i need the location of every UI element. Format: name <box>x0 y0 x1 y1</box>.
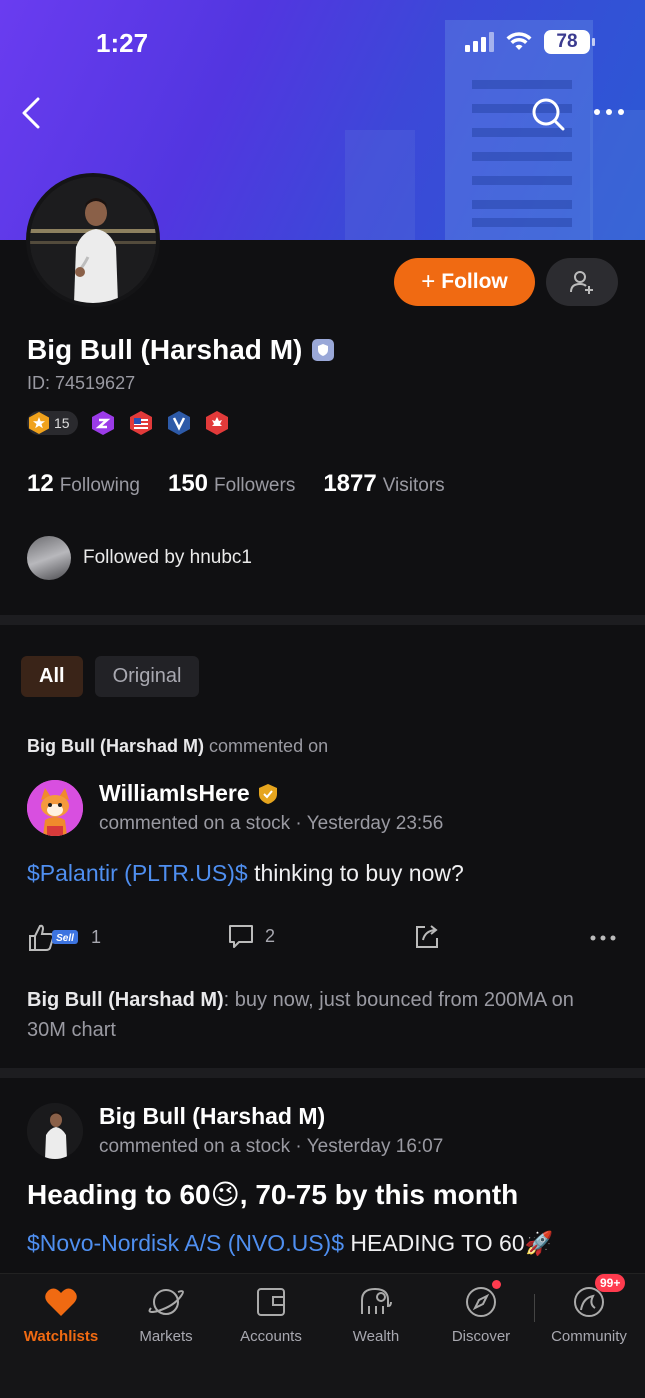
comment-count: 2 <box>265 925 276 946</box>
add-friend-button[interactable] <box>546 258 618 306</box>
more-icon[interactable] <box>592 102 626 122</box>
tab-wealth[interactable]: Wealth <box>326 1284 426 1345</box>
elephant-icon <box>361 1287 392 1314</box>
followed-by-row[interactable]: Followed by hnubc1 <box>27 536 252 580</box>
following-stat[interactable]: 12 Following <box>27 470 140 498</box>
more-icon <box>590 935 616 941</box>
badge-row: 15 <box>27 410 230 436</box>
post-body[interactable]: $Novo-Nordisk A/S (NVO.US)$ HEADING TO 6… <box>27 1230 553 1257</box>
post-author-row[interactable]: Big Bull (Harshad M) commented on a stoc… <box>27 1103 443 1159</box>
bottom-tab-bar: Watchlists Markets Accounts Wealth Disco… <box>0 1273 645 1398</box>
reply-text[interactable]: Big Bull (Harshad M): buy now, just boun… <box>27 985 617 1045</box>
profile-avatar[interactable] <box>26 173 160 307</box>
follower-avatar <box>27 536 71 580</box>
like-count: 1 <box>91 926 102 947</box>
canada-flag-badge-icon[interactable] <box>204 410 230 436</box>
profile-name-row: Big Bull (Harshad M) <box>27 334 335 366</box>
level-badge[interactable]: 15 <box>27 411 78 435</box>
wifi-icon <box>506 32 532 50</box>
svg-text:Sell: Sell <box>56 933 74 944</box>
followers-stat[interactable]: 150 Followers <box>168 470 295 498</box>
post-author-row[interactable]: WilliamIsHere commented on a stock · Yes… <box>27 780 443 836</box>
compass-icon <box>466 1287 496 1317</box>
tab-community[interactable]: 99+ Community <box>539 1274 639 1345</box>
profile-name: Big Bull (Harshad M) <box>27 334 303 365</box>
add-user-icon <box>570 271 593 294</box>
author-avatar[interactable] <box>27 1103 83 1159</box>
like-button[interactable]: Sell 1 <box>27 922 101 952</box>
planet-icon <box>148 1289 184 1315</box>
tab-all[interactable]: All <box>21 656 83 697</box>
post-body[interactable]: $Palantir (PLTR.US)$ thinking to buy now… <box>27 860 464 887</box>
followed-by-text: Followed by hnubc1 <box>83 547 252 568</box>
notification-dot <box>492 1280 501 1289</box>
search-icon[interactable] <box>530 96 566 132</box>
section-divider <box>0 1068 645 1078</box>
status-icons: 78 <box>465 30 595 54</box>
tab-accounts[interactable]: Accounts <box>221 1284 321 1345</box>
profile-id: ID: 74519627 <box>27 373 136 393</box>
post-meta: commented on a stock · Yesterday 23:56 <box>99 813 444 834</box>
back-icon[interactable] <box>18 96 48 130</box>
star-level-icon <box>29 412 49 434</box>
share-button[interactable] <box>413 922 441 950</box>
feed-filter-tabs: All Original <box>21 656 200 697</box>
status-time: 1:27 <box>96 28 149 58</box>
tab-markets[interactable]: Markets <box>116 1284 216 1345</box>
v-badge-icon[interactable] <box>166 410 192 436</box>
tab-original[interactable]: Original <box>94 656 200 697</box>
verified-badge-icon <box>258 783 277 804</box>
follow-button[interactable]: + Follow <box>394 258 535 306</box>
tab-divider <box>534 1294 535 1322</box>
post-header: Big Bull (Harshad M) commented on <box>27 736 329 756</box>
author-avatar[interactable] <box>27 780 83 836</box>
wallet-icon <box>257 1288 285 1316</box>
signal-icon <box>465 32 494 52</box>
battery-icon: 78 <box>544 30 595 54</box>
post-title[interactable]: Heading to 60😉, 70-75 by this month <box>27 1178 518 1211</box>
banner-building <box>345 130 415 240</box>
tab-discover[interactable]: Discover <box>431 1280 531 1345</box>
purple-badge-icon[interactable] <box>90 410 116 436</box>
us-flag-badge-icon[interactable] <box>128 410 154 436</box>
post-meta: commented on a stock · Yesterday 16:07 <box>99 1136 444 1157</box>
verified-shield-icon <box>312 339 335 361</box>
profile-stats: 12 Following 150 Followers 1877 Visitors <box>27 470 445 498</box>
community-badge: 99+ <box>595 1274 626 1292</box>
section-divider <box>0 615 645 625</box>
post-more-button[interactable] <box>589 928 617 948</box>
visitors-stat[interactable]: 1877 Visitors <box>323 470 444 498</box>
author-name[interactable]: WilliamIsHere <box>99 780 250 807</box>
post-actions: Sell 1 2 <box>27 922 619 954</box>
plus-icon: + <box>421 268 436 295</box>
share-icon <box>416 925 438 948</box>
heart-icon <box>45 1288 77 1316</box>
comment-button[interactable]: 2 <box>227 922 275 950</box>
ticker-link[interactable]: $Palantir (PLTR.US)$ <box>27 860 248 886</box>
banner-building <box>590 110 645 240</box>
author-name[interactable]: Big Bull (Harshad M) <box>99 1103 325 1130</box>
comment-icon <box>229 925 253 948</box>
tab-watchlists[interactable]: Watchlists <box>11 1284 111 1345</box>
thumbs-up-icon: Sell <box>29 924 78 951</box>
ticker-link[interactable]: $Novo-Nordisk A/S (NVO.US)$ <box>27 1230 344 1256</box>
